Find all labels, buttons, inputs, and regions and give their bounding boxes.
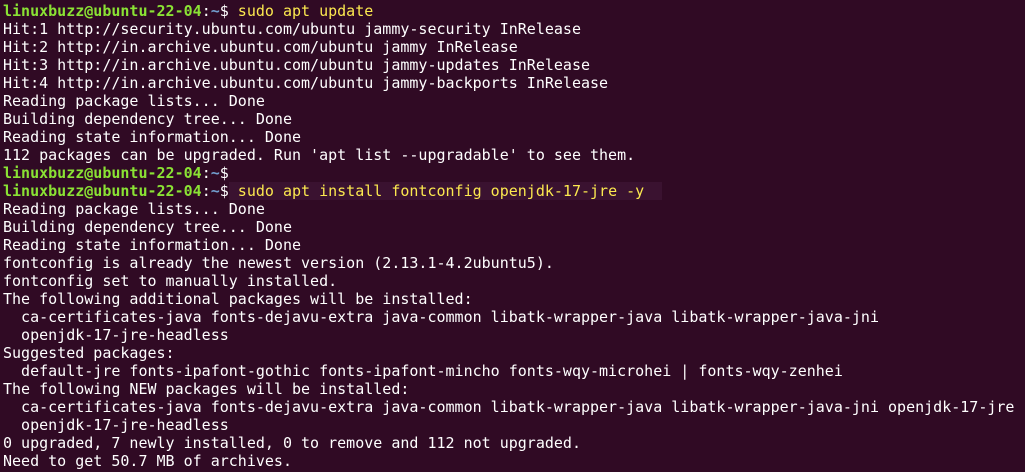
output-line: Reading package lists... Done xyxy=(3,92,265,110)
output-line: Hit:2 http://in.archive.ubuntu.com/ubunt… xyxy=(3,38,518,56)
output-line: fontconfig set to manually installed. xyxy=(3,272,338,290)
prompt-symbol: $ xyxy=(219,2,229,20)
output-line: The following additional packages will b… xyxy=(3,290,473,308)
output-line: Hit:4 http://in.archive.ubuntu.com/ubunt… xyxy=(3,74,609,92)
output-line: Hit:1 http://security.ubuntu.com/ubuntu … xyxy=(3,20,581,38)
prompt-user-host: linuxbuzz@ubuntu-22-04 xyxy=(3,164,202,182)
prompt-user-host: linuxbuzz@ubuntu-22-04 xyxy=(3,2,202,20)
output-line: Need to get 50.7 MB of archives. xyxy=(3,452,292,470)
prompt-symbol: $ xyxy=(219,182,229,200)
output-line: fontconfig is already the newest version… xyxy=(3,254,554,272)
prompt-separator: : xyxy=(201,182,211,200)
output-line: default-jre fonts-ipafont-gothic fonts-i… xyxy=(3,362,843,380)
output-line: openjdk-17-jre-headless xyxy=(3,416,229,434)
prompt-path: ~ xyxy=(210,164,220,182)
output-line: Hit:3 http://in.archive.ubuntu.com/ubunt… xyxy=(3,56,590,74)
prompt-symbol: $ xyxy=(219,164,229,182)
prompt-path: ~ xyxy=(210,2,220,20)
terminal-window[interactable]: linuxbuzz@ubuntu-22-04:~$ sudo apt updat… xyxy=(0,0,1025,472)
output-line: Reading package lists... Done xyxy=(3,200,265,218)
prompt-separator: : xyxy=(201,164,211,182)
command-text: sudo apt install fontconfig openjdk-17-j… xyxy=(228,182,663,200)
command-text: sudo apt update xyxy=(228,2,374,20)
output-line: openjdk-17-jre-headless xyxy=(3,326,229,344)
output-line: Suggested packages: xyxy=(3,344,175,362)
output-line: ca-certificates-java fonts-dejavu-extra … xyxy=(3,398,1015,416)
prompt-line-2: linuxbuzz@ubuntu-22-04:~$ xyxy=(3,164,1025,182)
output-line: Building dependency tree... Done xyxy=(3,218,292,236)
output-line: Building dependency tree... Done xyxy=(3,110,292,128)
prompt-line-3: linuxbuzz@ubuntu-22-04:~$ sudo apt insta… xyxy=(3,182,1025,200)
output-line: Reading state information... Done xyxy=(3,236,302,254)
prompt-separator: : xyxy=(201,2,211,20)
prompt-user-host: linuxbuzz@ubuntu-22-04 xyxy=(3,182,202,200)
output-line: The following NEW packages will be insta… xyxy=(3,380,410,398)
output-line: 112 packages can be upgraded. Run 'apt l… xyxy=(3,146,636,164)
output-line: ca-certificates-java fonts-dejavu-extra … xyxy=(3,308,879,326)
output-line: Reading state information... Done xyxy=(3,128,302,146)
prompt-line-1: linuxbuzz@ubuntu-22-04:~$ sudo apt updat… xyxy=(3,2,1025,20)
prompt-path: ~ xyxy=(210,182,220,200)
output-line: 0 upgraded, 7 newly installed, 0 to remo… xyxy=(3,434,581,452)
